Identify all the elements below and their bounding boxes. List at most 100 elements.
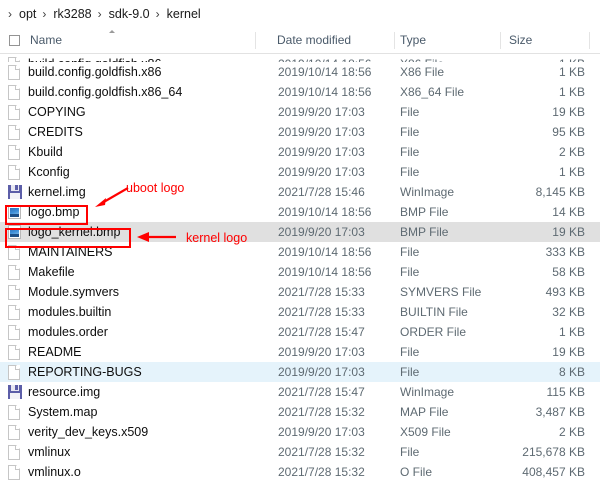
file-name: kernel.img	[28, 182, 86, 202]
kernel-logo-annotation-label: kernel logo	[186, 231, 247, 245]
file-date-modified: 2021/7/28 15:47	[254, 382, 376, 402]
file-date-modified: 2019/10/14 18:56	[254, 262, 376, 282]
file-list[interactable]: build.config.goldfish.x862019/10/14 18:5…	[0, 54, 600, 482]
file-row[interactable]: Module.symvers2021/7/28 15:33SYMVERS Fil…	[0, 282, 600, 302]
file-name: vmlinux.o	[28, 462, 81, 482]
file-size: 1 KB	[440, 54, 585, 62]
file-icon	[8, 465, 22, 480]
breadcrumb-item-kernel[interactable]: kernel	[165, 6, 203, 22]
file-type: File	[400, 362, 419, 382]
column-divider[interactable]	[500, 32, 501, 49]
file-name: build.config.goldfish.x86_64	[28, 82, 182, 102]
chevron-right-icon: ›	[152, 8, 165, 20]
file-size: 1 KB	[440, 82, 585, 102]
file-row[interactable]: vmlinux.o2021/7/28 15:32O File408,457 KB	[0, 462, 600, 482]
file-row[interactable]: Makefile2019/10/14 18:56File58 KB	[0, 262, 600, 282]
column-divider[interactable]	[394, 32, 395, 49]
file-row[interactable]: MAINTAINERS2019/10/14 18:56File333 KB	[0, 242, 600, 262]
chevron-right-icon: ›	[94, 8, 107, 20]
file-date-modified: 2019/10/14 18:56	[254, 54, 376, 62]
file-size: 95 KB	[440, 122, 585, 142]
file-name: MAINTAINERS	[28, 242, 113, 262]
file-date-modified: 2019/10/14 18:56	[254, 202, 376, 222]
file-size: 19 KB	[440, 102, 585, 122]
file-row[interactable]: resource.img2021/7/28 15:47WinImage115 K…	[0, 382, 600, 402]
file-name: resource.img	[28, 382, 100, 402]
file-icon	[8, 425, 22, 440]
column-header-type[interactable]: Type	[400, 28, 426, 53]
file-icon	[8, 285, 22, 300]
breadcrumb-item-rk3288[interactable]: rk3288	[51, 6, 93, 22]
file-row[interactable]: kernel.img2021/7/28 15:46WinImage8,145 K…	[0, 182, 600, 202]
column-header-name[interactable]: Name	[30, 28, 62, 53]
file-row[interactable]: CREDITS2019/9/20 17:03File95 KB	[0, 122, 600, 142]
breadcrumb[interactable]: › opt › rk3288 › sdk-9.0 › kernel	[0, 0, 600, 28]
file-row[interactable]: verity_dev_keys.x5092019/9/20 17:03X509 …	[0, 422, 600, 442]
file-size: 8 KB	[440, 362, 585, 382]
file-date-modified: 2019/9/20 17:03	[254, 102, 376, 122]
column-header-date-modified[interactable]: Date modified	[277, 28, 351, 53]
file-row[interactable]: build.config.goldfish.x862019/10/14 18:5…	[0, 62, 600, 82]
file-size: 14 KB	[440, 202, 585, 222]
file-name: Kbuild	[28, 142, 63, 162]
file-date-modified: 2019/9/20 17:03	[254, 122, 376, 142]
file-date-modified: 2021/7/28 15:33	[254, 302, 376, 322]
uboot-logo-annotation-label: uboot logo	[126, 181, 184, 195]
file-row[interactable]: build.config.goldfish.x862019/10/14 18:5…	[0, 54, 600, 62]
file-name: verity_dev_keys.x509	[28, 422, 148, 442]
file-size: 3,487 KB	[440, 402, 585, 422]
file-size: 32 KB	[440, 302, 585, 322]
file-type: File	[400, 262, 419, 282]
file-name: CREDITS	[28, 122, 83, 142]
file-icon	[8, 145, 22, 160]
file-icon	[8, 125, 22, 140]
file-row[interactable]: Kbuild2019/9/20 17:03File2 KB	[0, 142, 600, 162]
file-date-modified: 2019/9/20 17:03	[254, 142, 376, 162]
file-row[interactable]: REPORTING-BUGS 2019/9/20 17:03 File 8 KB	[0, 362, 600, 382]
breadcrumb-item-sdk[interactable]: sdk-9.0	[107, 6, 152, 22]
file-row[interactable]: System.map2021/7/28 15:32MAP File3,487 K…	[0, 402, 600, 422]
file-date-modified: 2019/9/20 17:03	[254, 362, 376, 382]
file-icon	[8, 325, 22, 340]
winimage-icon	[8, 385, 22, 400]
file-row[interactable]: build.config.goldfish.x86_642019/10/14 1…	[0, 82, 600, 102]
file-icon	[8, 365, 22, 380]
file-name: Makefile	[28, 262, 75, 282]
file-date-modified: 2019/9/20 17:03	[254, 422, 376, 442]
file-date-modified: 2021/7/28 15:46	[254, 182, 376, 202]
file-type: O File	[400, 462, 432, 482]
file-row[interactable]: COPYING2019/9/20 17:03File19 KB	[0, 102, 600, 122]
file-name: REPORTING-BUGS	[28, 362, 142, 382]
file-name: logo_kernel.bmp	[28, 222, 120, 242]
file-row[interactable]: logo.bmp2019/10/14 18:56BMP File14 KB	[0, 202, 600, 222]
file-name: Module.symvers	[28, 282, 119, 302]
bitmap-icon	[8, 225, 22, 240]
file-size: 2 KB	[440, 422, 585, 442]
file-size: 2 KB	[440, 142, 585, 162]
file-name: modules.order	[28, 322, 108, 342]
file-date-modified: 2021/7/28 15:32	[254, 402, 376, 422]
column-divider[interactable]	[255, 32, 256, 49]
file-type: File	[400, 342, 419, 362]
file-icon	[8, 85, 22, 100]
file-type: File	[400, 242, 419, 262]
file-size: 8,145 KB	[440, 182, 585, 202]
file-size: 493 KB	[440, 282, 585, 302]
select-all-checkbox[interactable]	[9, 35, 20, 46]
column-header-size[interactable]: Size	[509, 28, 532, 53]
file-size: 1 KB	[440, 322, 585, 342]
column-header-row: Name Date modified Type Size	[0, 28, 600, 54]
file-row[interactable]: vmlinux2021/7/28 15:32File215,678 KB	[0, 442, 600, 462]
file-size: 19 KB	[440, 222, 585, 242]
file-icon	[8, 265, 22, 280]
file-row[interactable]: README2019/9/20 17:03File19 KB	[0, 342, 600, 362]
file-date-modified: 2021/7/28 15:47	[254, 322, 376, 342]
file-row[interactable]: modules.builtin2021/7/28 15:33BUILTIN Fi…	[0, 302, 600, 322]
file-row[interactable]: logo_kernel.bmp2019/9/20 17:03BMP File19…	[0, 222, 600, 242]
file-row[interactable]: Kconfig2019/9/20 17:03File1 KB	[0, 162, 600, 182]
breadcrumb-item-opt[interactable]: opt	[17, 6, 38, 22]
file-icon	[8, 345, 22, 360]
file-row[interactable]: modules.order2021/7/28 15:47ORDER File1 …	[0, 322, 600, 342]
file-type: File	[400, 442, 419, 462]
column-divider[interactable]	[589, 32, 590, 49]
